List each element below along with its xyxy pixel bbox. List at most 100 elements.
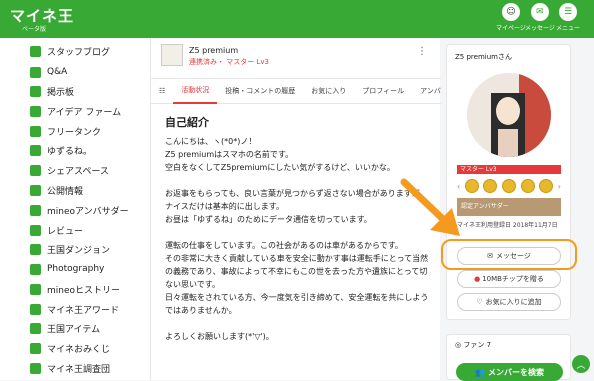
tab-profile[interactable]: プロフィール xyxy=(354,78,412,104)
intro-line: その非常に大きく貢献している車を安全に動かす事は運転手にとって当然 xyxy=(165,254,429,263)
highlight-outline xyxy=(441,239,577,270)
tab-favorites[interactable]: お気に入り xyxy=(303,78,354,104)
sidebar-item-idea[interactable]: アイデア ファーム xyxy=(30,104,121,118)
medal-icon xyxy=(483,179,498,193)
ambassador-badge: 認定アンバサダー xyxy=(457,198,561,216)
intro-line: お返事をもらっても、良い言葉が見つからず返さない場合がありますが、 xyxy=(165,189,428,198)
chevron-right-icon[interactable]: › xyxy=(558,182,561,191)
sidebar-item-label: 王国アイテム xyxy=(47,324,101,335)
sidebar-item-dungeon[interactable]: 王国ダンジョン xyxy=(30,242,110,256)
card-avatar[interactable] xyxy=(467,73,551,157)
survey-icon xyxy=(30,362,41,374)
sidebar-item-review[interactable]: レビュー xyxy=(30,223,83,237)
intro-section: 自己紹介 こんにちは、ヽ(*0*)ノ！ Z5 premiumはスマホの名前です。… xyxy=(165,116,435,343)
board-icon xyxy=(30,85,41,97)
history-icon xyxy=(30,283,41,295)
level-bar: マスター Lv3 xyxy=(457,165,561,174)
medal-icon xyxy=(539,179,554,193)
menu-icon: ☰ xyxy=(559,3,577,21)
medal-icon xyxy=(501,179,516,193)
share-icon xyxy=(30,164,41,176)
sidebar: スタッフブログ Q&A 掲示板 アイデア ファーム フリータンク ゆずるね。 シ… xyxy=(0,38,150,380)
intro-line: ない思いです。 xyxy=(165,280,220,289)
intro-line: こんにちは、ヽ(*0*)ノ！ xyxy=(165,137,257,146)
sidebar-item-label: 王国ダンジョン xyxy=(47,245,111,256)
intro-line: 日々運転をされている方、今一度気を引き締めて、安全運転を共にしよう xyxy=(165,293,429,302)
send-chip-label: 10MBチップを贈る xyxy=(482,275,544,283)
info-icon xyxy=(30,184,41,196)
fan-count: 7 xyxy=(486,341,492,349)
nav-message-label: メッセージ xyxy=(525,25,555,32)
intro-line: よろしくお願いします(*'▽')。 xyxy=(165,332,274,341)
sidebar-item-info[interactable]: 公開情報 xyxy=(30,183,83,197)
mail-icon: ✉ xyxy=(530,3,549,21)
tank-icon xyxy=(30,125,41,137)
tab-ambassador[interactable]: アンバ xyxy=(412,78,449,104)
sidebar-item-board[interactable]: 掲示板 xyxy=(30,84,74,98)
fan-section: ◎ ファン 7 👥 メンバーを検索 xyxy=(446,334,571,381)
ambassador-icon xyxy=(30,204,41,216)
sidebar-item-share[interactable]: シェアスペース xyxy=(30,163,109,177)
qa-icon xyxy=(30,66,41,78)
site-logo[interactable]: マイネ王 xyxy=(10,5,74,26)
yuzurune-icon xyxy=(30,144,41,156)
sidebar-item-label: ゆずるね。 xyxy=(47,146,93,157)
sidebar-item-photography[interactable]: Photography xyxy=(30,262,104,276)
profile-status: 連携済み・ マスター Lv3 xyxy=(189,58,269,66)
sidebar-item-yuzurune[interactable]: ゆずるね。 xyxy=(30,143,92,157)
add-favorite-button[interactable]: ♡ お気に入りに追加 xyxy=(457,293,561,311)
sidebar-item-label: マイネ王調査団 xyxy=(47,364,111,375)
intro-line: ではありませんか。 xyxy=(165,306,237,315)
sidebar-item-omikuji[interactable]: マイネおみくじ xyxy=(30,341,110,355)
omikuji-icon xyxy=(30,342,41,354)
sidebar-item-label: フリータンク xyxy=(47,127,102,138)
chip-icon: ● xyxy=(474,275,481,283)
fan-label: ファン xyxy=(463,341,485,349)
award-icon xyxy=(30,303,41,315)
sidebar-item-label: マイネおみくじ xyxy=(47,344,111,355)
more-options-icon[interactable]: ⋮ xyxy=(417,46,427,57)
profile-main: Z5 premium 連携済み・ マスター Lv3 ⋮ ☷ 活動状況 投稿・コメ… xyxy=(150,38,441,380)
review-icon xyxy=(30,224,41,236)
profile-avatar[interactable] xyxy=(161,44,183,66)
nav-mypage-label: マイページ xyxy=(496,25,526,32)
sidebar-item-item[interactable]: 王国アイテム xyxy=(30,321,100,335)
nav-menu[interactable]: ☰ メニュー xyxy=(556,3,580,32)
intro-line: の義務であり、事故によって不幸にもこの世を去った方や遺族にとって切 xyxy=(165,267,428,276)
blog-icon xyxy=(30,45,41,57)
sidebar-item-label: シェアスペース xyxy=(47,166,109,177)
sidebar-item-label: mineoアンバサダー xyxy=(47,206,129,217)
sidebar-item-blog[interactable]: スタッフブログ xyxy=(30,44,110,58)
send-chip-button[interactable]: ● 10MBチップを贈る xyxy=(457,270,561,288)
top-bar: マイネ王 ベータ版 ☺ マイページ ✉ メッセージ ☰ メニュー xyxy=(0,0,594,38)
sidebar-item-qa[interactable]: Q&A xyxy=(30,65,67,79)
sidebar-item-label: Photography xyxy=(47,264,105,274)
tab-history[interactable]: 投稿・コメントの履歴 xyxy=(217,78,303,104)
tab-activity[interactable]: 活動状況 xyxy=(173,78,218,104)
intro-line: 空白をなくしてZ5premiumにしたい気がするけど、いいかな。 xyxy=(165,163,395,172)
profile-name: Z5 premium xyxy=(189,46,239,55)
sidebar-item-label: アイデア ファーム xyxy=(47,107,122,118)
sidebar-item-label: 公開情報 xyxy=(47,186,84,197)
idea-icon xyxy=(30,105,41,117)
intro-line: ナイスだけは基本的に出します。 xyxy=(165,202,284,211)
intro-line: Z5 premiumはスマホの名前です。 xyxy=(165,150,294,159)
tab-list-icon[interactable]: ☷ xyxy=(151,78,173,104)
intro-line: お昼は「ゆずるね」のためにデータ通信を切っています。 xyxy=(165,215,372,224)
sidebar-item-ambassador[interactable]: mineoアンバサダー xyxy=(30,203,129,217)
sidebar-item-label: 掲示板 xyxy=(47,87,75,98)
people-icon: 👥 xyxy=(475,367,485,377)
sidebar-item-award[interactable]: マイネ王アワード xyxy=(30,302,119,316)
scroll-top-button[interactable]: ︿ xyxy=(572,355,590,373)
sidebar-item-tank[interactable]: フリータンク xyxy=(30,124,101,138)
member-search-button[interactable]: 👥 メンバーを検索 xyxy=(456,363,563,381)
sidebar-item-history[interactable]: mineoヒストリー xyxy=(30,282,120,296)
profile-card: Z5 premiumさん マスター Lv3 ‹ › 認定アンバサダー マイネ王利… xyxy=(446,44,571,320)
card-title: Z5 premiumさん xyxy=(455,53,512,61)
nav-mypage[interactable]: ☺ マイページ xyxy=(496,3,526,32)
nav-menu-label: メニュー xyxy=(556,25,581,32)
item-icon xyxy=(30,322,41,334)
nav-message[interactable]: ✉ メッセージ xyxy=(525,3,555,32)
member-search-label: メンバーを検索 xyxy=(487,367,544,377)
sidebar-item-survey[interactable]: マイネ王調査団 xyxy=(30,361,110,375)
